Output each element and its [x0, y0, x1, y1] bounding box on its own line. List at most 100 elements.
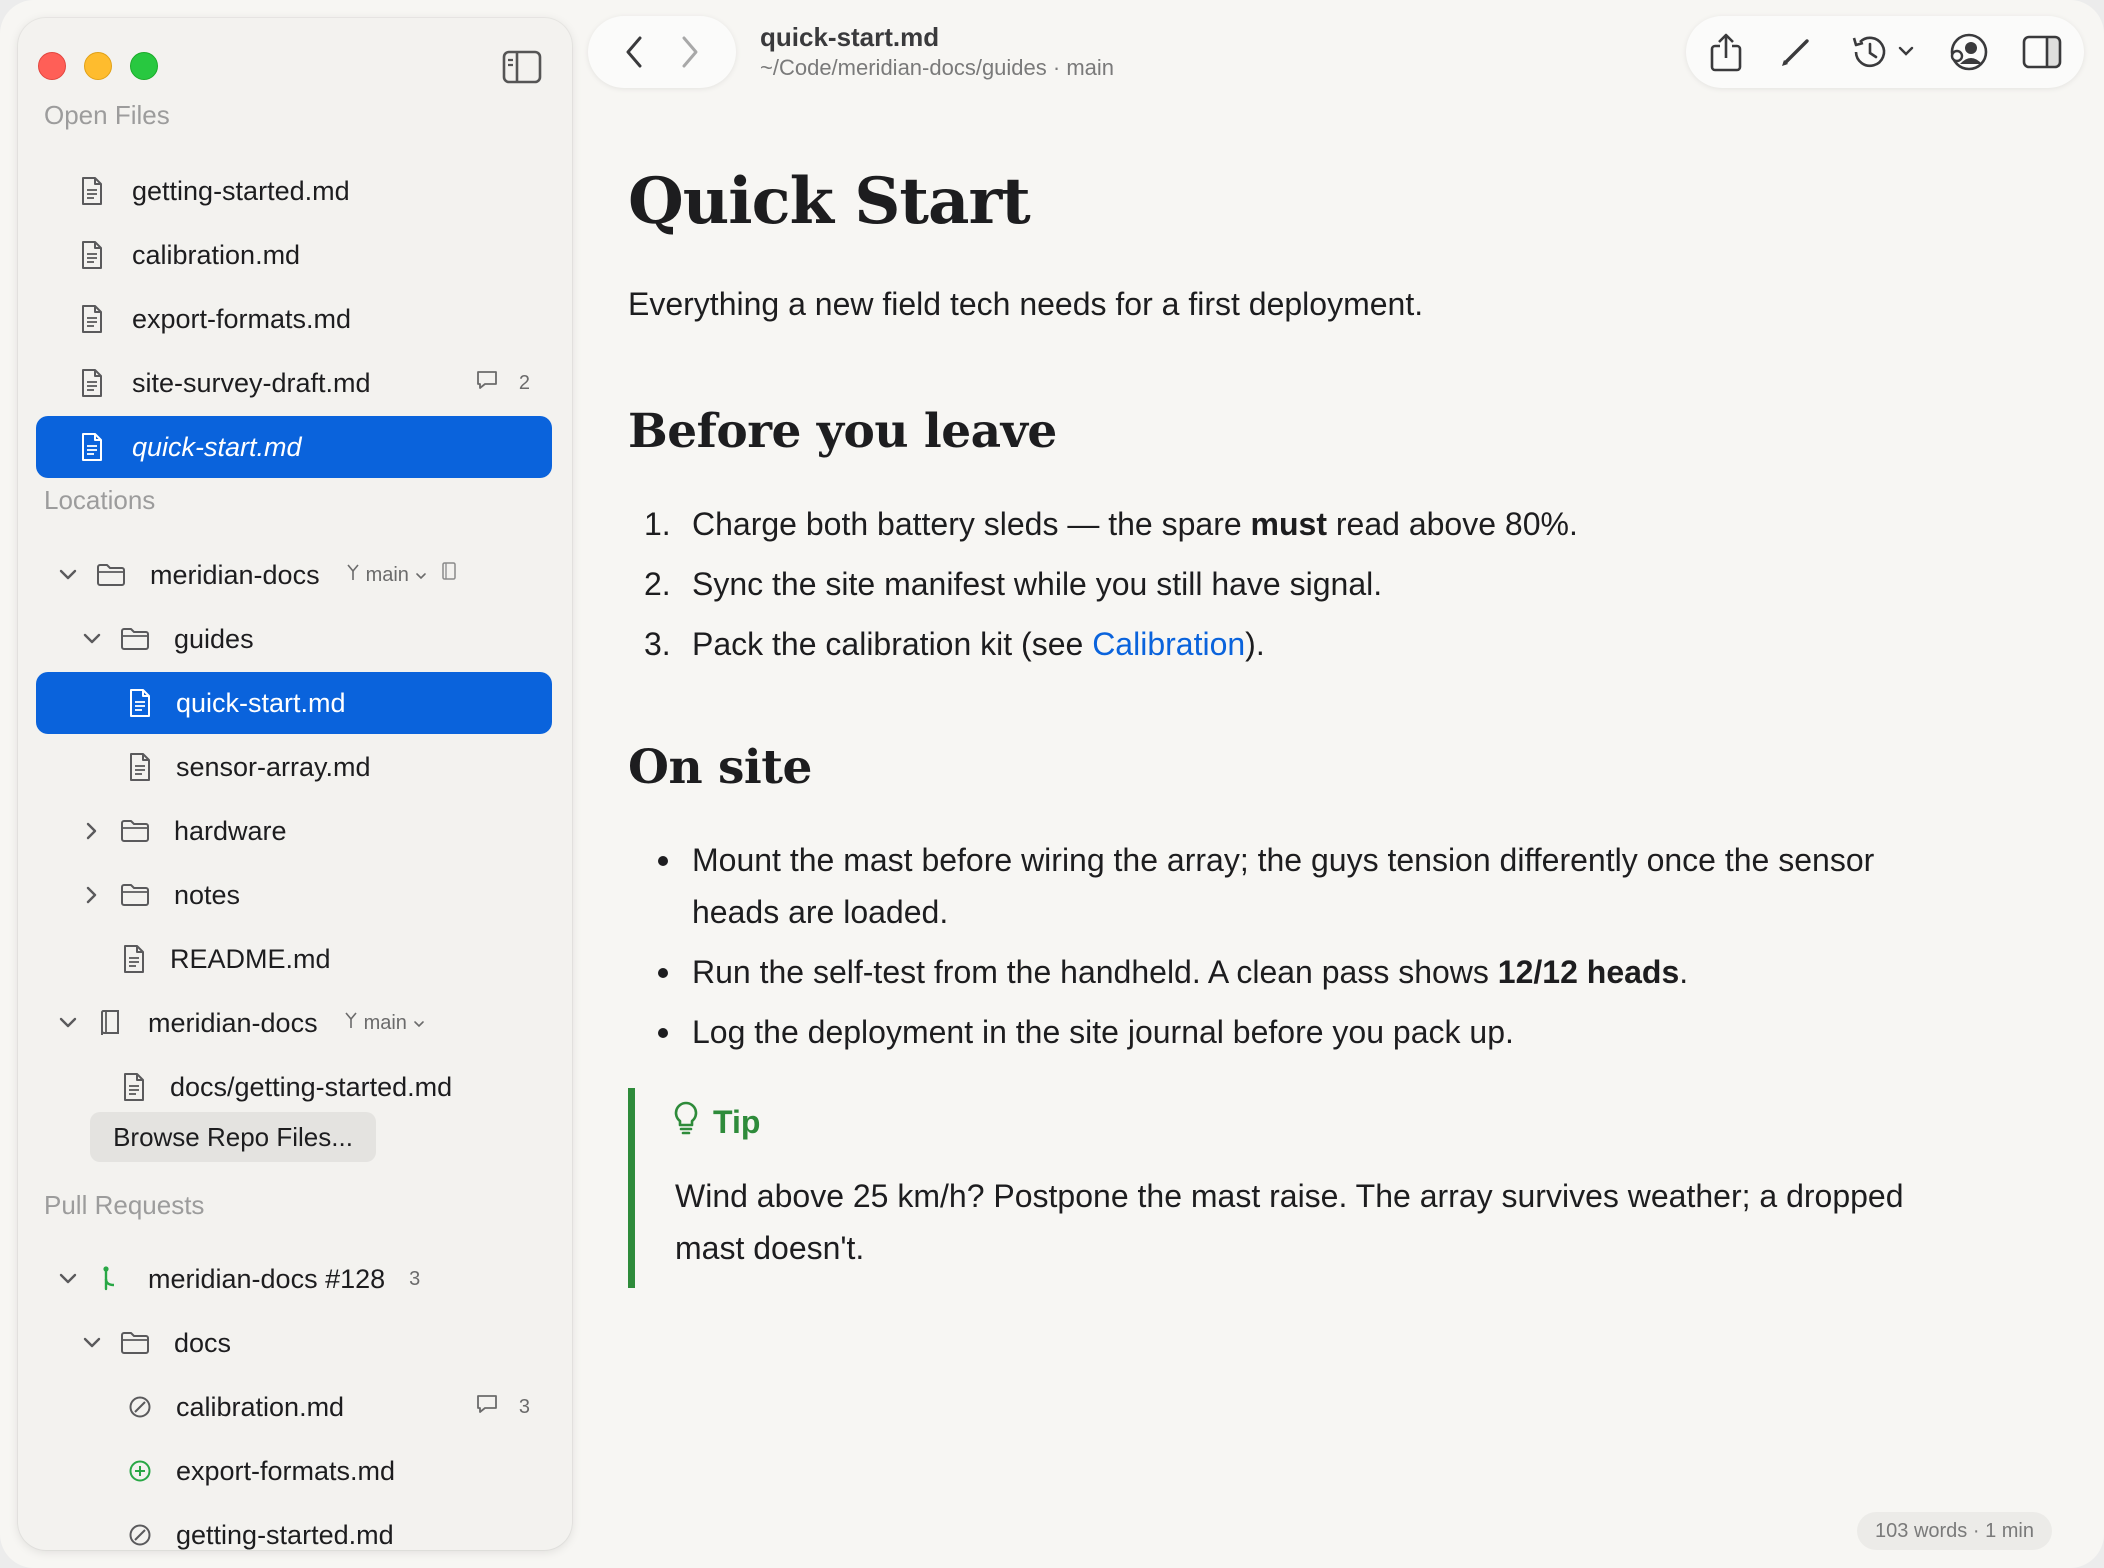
- comment-badge: 2: [475, 369, 530, 397]
- pull-requests-title: Pull Requests: [44, 1190, 205, 1220]
- browse-repo-files-button[interactable]: Browse Repo Files...: [90, 1112, 376, 1162]
- tree-file-item[interactable]: docs/getting-started.md: [36, 1056, 552, 1118]
- open-files-title: Open Files: [44, 100, 170, 130]
- folder-item[interactable]: notes: [36, 864, 552, 926]
- open-file-item[interactable]: export-formats.md: [36, 288, 552, 350]
- folder-item[interactable]: guides: [36, 608, 552, 670]
- chevron-down-icon[interactable]: [56, 563, 80, 587]
- repo-item[interactable]: meridian-docs main: [36, 544, 552, 606]
- numbered-list-item: 3. Pack the calibration kit (see Calibra…: [628, 618, 1928, 670]
- navigation-controls: [588, 16, 736, 88]
- chevron-right-icon[interactable]: [80, 883, 104, 907]
- document-icon: [78, 368, 106, 398]
- forward-icon[interactable]: [670, 32, 710, 72]
- bold-text: must: [1250, 506, 1327, 542]
- book-icon: [441, 562, 457, 588]
- close-window-button[interactable]: [38, 52, 66, 80]
- minimize-window-button[interactable]: [84, 52, 112, 80]
- numbered-list-item: 2. Sync the site manifest while you stil…: [628, 558, 1928, 610]
- collaborator-icon[interactable]: [1944, 32, 1994, 72]
- document-icon: [126, 752, 154, 782]
- folder-label: hardware: [174, 815, 287, 846]
- document-heading: Quick Start: [628, 164, 1031, 239]
- pull-request-item[interactable]: meridian-docs #128 3: [36, 1248, 552, 1310]
- branch-label: main: [365, 563, 409, 586]
- document-icon: [78, 304, 106, 334]
- list-text: Log the deployment in the site journal b…: [692, 1014, 1514, 1050]
- branch-icon: [344, 1011, 358, 1035]
- lightbulb-icon: [673, 1100, 699, 1144]
- repo-label: meridian-docs: [148, 1007, 318, 1038]
- zoom-window-button[interactable]: [130, 52, 158, 80]
- section-heading: On site: [628, 740, 812, 795]
- folder-item[interactable]: hardware: [36, 800, 552, 862]
- open-file-item-selected[interactable]: quick-start.md: [36, 416, 552, 478]
- chevron-down-icon[interactable]: [56, 1011, 80, 1035]
- toolbar: [1686, 16, 2084, 88]
- edit-icon[interactable]: [1774, 32, 1818, 72]
- tree-file-item[interactable]: README.md: [36, 928, 552, 990]
- list-text: Pack the calibration kit (see: [692, 626, 1093, 662]
- tree-file-item[interactable]: sensor-array.md: [36, 736, 552, 798]
- chevron-down-icon[interactable]: [56, 1267, 80, 1291]
- list-number: 3.: [644, 626, 671, 662]
- branch-selector[interactable]: main: [346, 562, 457, 588]
- chevron-down-icon: [413, 1012, 425, 1035]
- folder-item[interactable]: docs: [36, 1312, 552, 1374]
- file-label: docs/getting-started.md: [170, 1071, 453, 1102]
- repo-item[interactable]: meridian-docs main: [36, 992, 552, 1054]
- tip-callout: Tip Wind above 25 km/h? Postpone the mas…: [628, 1088, 1948, 1288]
- modified-status-icon: [126, 1392, 154, 1422]
- modified-status-icon: [126, 1520, 154, 1550]
- document-icon: [120, 1072, 148, 1102]
- branch-label: main: [363, 1011, 407, 1034]
- document-icon: [78, 240, 106, 270]
- pull-request-count: 3: [409, 1267, 421, 1290]
- pull-request-label: meridian-docs #128: [148, 1263, 386, 1294]
- window-controls: [38, 52, 158, 80]
- bullet-icon: [658, 856, 668, 866]
- file-label: site-survey-draft.md: [132, 367, 371, 398]
- tip-header: Tip: [673, 1100, 760, 1144]
- back-icon[interactable]: [614, 32, 654, 72]
- file-label: getting-started.md: [132, 175, 350, 206]
- folder-icon: [96, 560, 126, 590]
- comment-icon: [475, 1393, 499, 1421]
- open-file-item[interactable]: calibration.md: [36, 224, 552, 286]
- folder-icon: [120, 816, 150, 846]
- chevron-right-icon[interactable]: [80, 819, 104, 843]
- chevron-down-icon: [415, 564, 427, 587]
- folder-label: docs: [174, 1327, 232, 1358]
- file-label: export-formats.md: [176, 1455, 396, 1486]
- folder-label: notes: [174, 879, 241, 910]
- file-label: sensor-array.md: [176, 751, 371, 782]
- tip-label: Tip: [713, 1103, 761, 1140]
- pr-file-item[interactable]: calibration.md 3: [36, 1376, 552, 1438]
- list-number: 2.: [644, 566, 671, 602]
- repo-label: meridian-docs: [150, 559, 320, 590]
- list-text: Sync the site manifest while you still h…: [692, 566, 1383, 602]
- document-icon: [120, 944, 148, 974]
- calibration-link[interactable]: Calibration: [1092, 626, 1245, 662]
- share-icon[interactable]: [1704, 32, 1748, 72]
- document-icon: [78, 176, 106, 206]
- history-icon[interactable]: [1844, 32, 1924, 72]
- pr-file-item[interactable]: getting-started.md: [36, 1504, 552, 1550]
- tree-file-item-selected[interactable]: quick-start.md: [36, 672, 552, 734]
- inspector-icon[interactable]: [2020, 32, 2064, 72]
- open-file-item[interactable]: getting-started.md: [36, 160, 552, 222]
- folder-icon: [120, 1328, 150, 1358]
- bullet-list-item: Mount the mast before wiring the array; …: [628, 834, 1928, 938]
- comment-badge: 3: [475, 1393, 530, 1421]
- file-label: calibration.md: [176, 1391, 345, 1422]
- file-label: export-formats.md: [132, 303, 352, 334]
- pull-request-icon: [96, 1264, 124, 1294]
- chevron-down-icon[interactable]: [80, 627, 104, 651]
- sidebar-toggle-icon[interactable]: [502, 50, 542, 84]
- chevron-down-icon[interactable]: [80, 1331, 104, 1355]
- list-number: 1.: [644, 506, 671, 542]
- open-file-item[interactable]: site-survey-draft.md 2: [36, 352, 552, 414]
- branch-selector[interactable]: main: [344, 1011, 425, 1035]
- pr-file-item[interactable]: export-formats.md: [36, 1440, 552, 1502]
- comment-count: 2: [518, 371, 530, 394]
